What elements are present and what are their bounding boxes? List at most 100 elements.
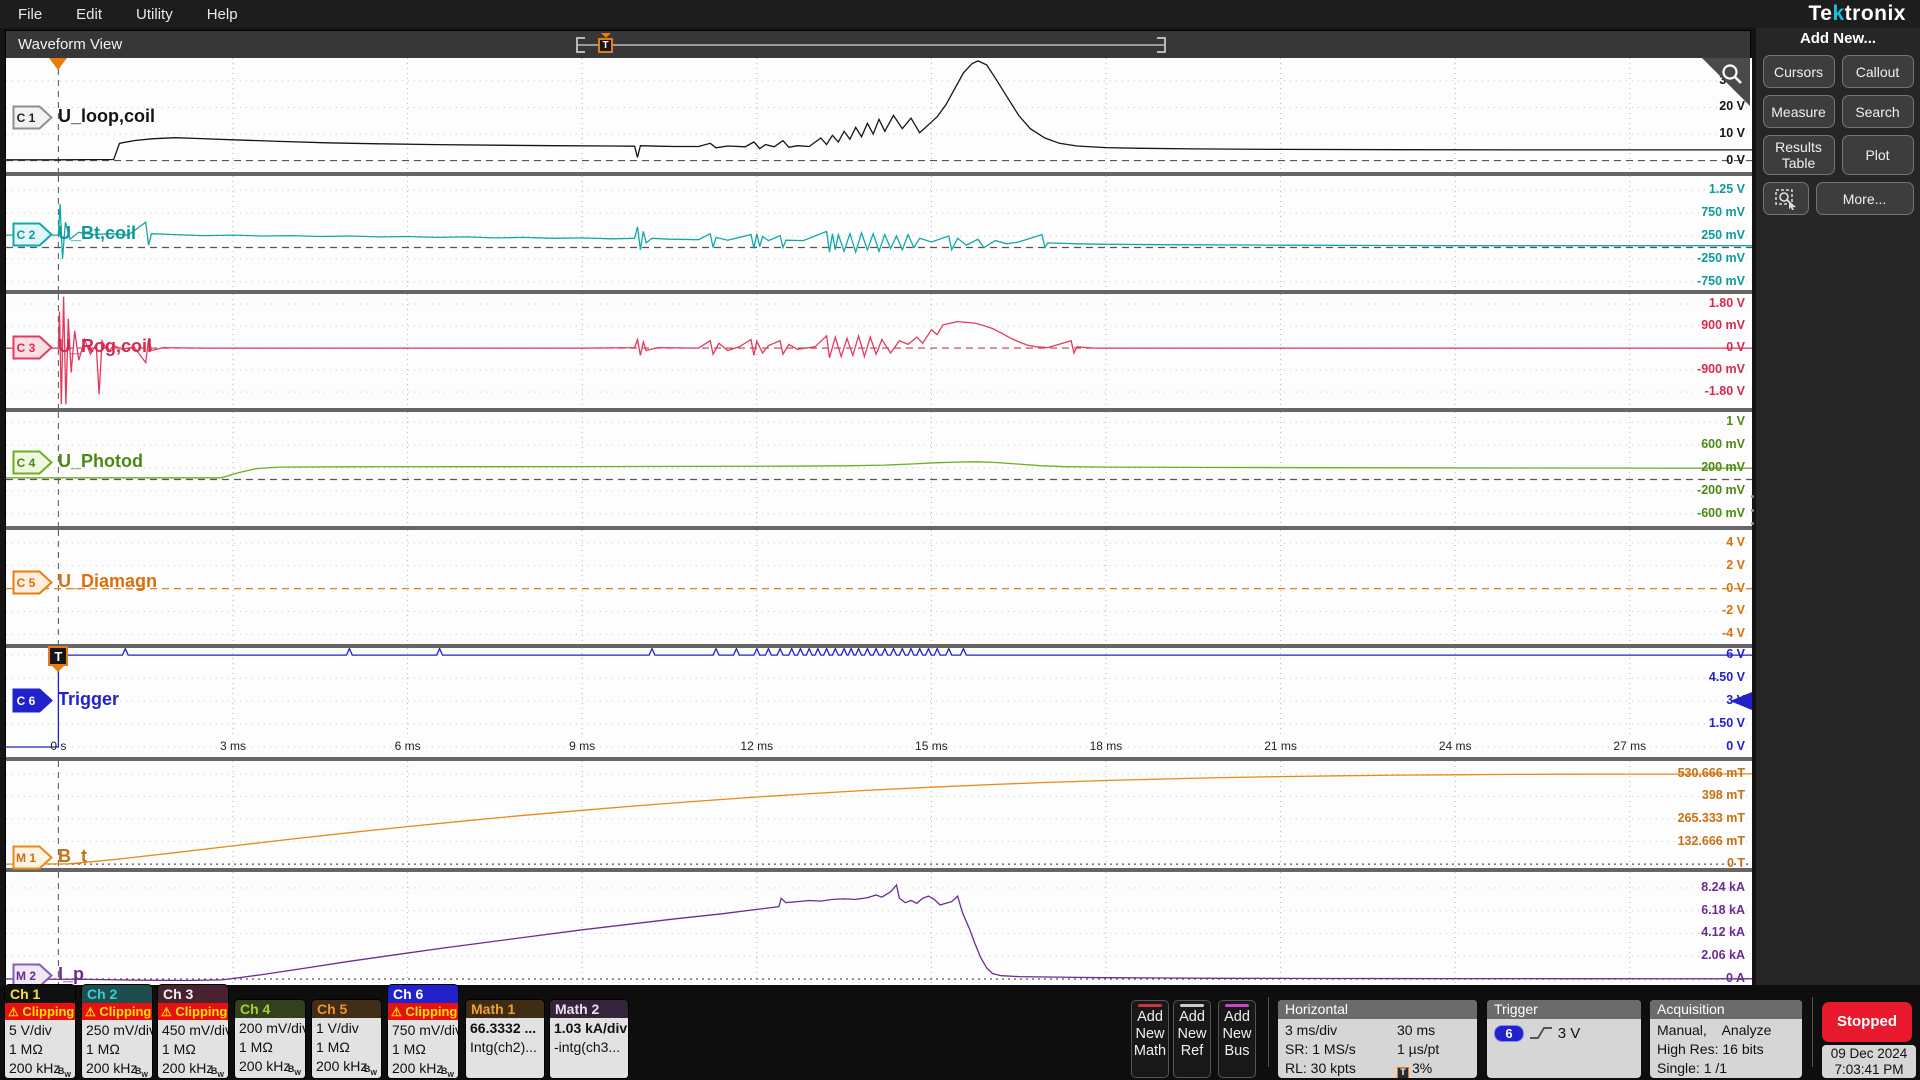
clipping-banner: ⚠ Clipping <box>82 1003 152 1020</box>
time-axis-label: 6 ms <box>394 739 421 753</box>
acquisition-panel[interactable]: Acquisition Manual, Analyze High Res: 16… <box>1650 1000 1802 1078</box>
clipping-label: Clipping <box>175 1004 228 1019</box>
scale-tick-m1: 530.666 mT <box>1677 765 1745 780</box>
channel-slice-ch3: 1.80 V 900 mV 0 V -900 mV -1.80 V <box>6 294 1752 408</box>
scale-tick-ch3: 900 mV <box>1701 318 1745 333</box>
scale-tick-ch5: 2 V <box>1726 557 1745 572</box>
bandwidth-limit-icon: BW <box>134 1066 148 1078</box>
horizontal-panel[interactable]: Horizontal 3 ms/div 30 ms SR: 1 MS/s 1 µs/… <box>1278 1000 1477 1078</box>
scale-tick-m2: 8.24 kA <box>1701 879 1745 894</box>
channel-settings-badge-ch-1[interactable]: Ch 1 ⚠ Clipping 5 V/div 1 MΩ 200 kHz BW <box>5 985 75 1078</box>
menu-file[interactable]: File <box>18 6 42 23</box>
menu-edit[interactable]: Edit <box>76 6 102 23</box>
panel-splitter-handle[interactable] <box>1750 495 1754 525</box>
horizontal-position-scrollbar[interactable]: T <box>576 33 1166 53</box>
channel-badge-ch2[interactable]: C 2 <box>12 222 54 248</box>
plot-button[interactable]: Plot <box>1841 135 1914 175</box>
horizontal-panel-title: Horizontal <box>1278 1000 1477 1019</box>
trigger-position-percent: 3% <box>1412 1060 1433 1076</box>
scale-tick-ch4: 1 V <box>1726 414 1745 429</box>
badge-title: Ch 5 <box>312 1000 381 1018</box>
overview-track <box>576 44 1166 46</box>
time-axis: 0 s 3 ms 6 ms 9 ms 12 ms 15 ms 18 ms 21 ms 24 ms… <box>6 738 1752 757</box>
trigger-position-icon: T <box>1397 1067 1409 1078</box>
scale-tick-ch2: 1.25 V <box>1708 182 1745 197</box>
trigger-position-caret[interactable] <box>49 58 68 70</box>
channel-settings-badge-math-2[interactable]: Math 2 1.03 kA/div -intg(ch3... <box>550 1000 628 1078</box>
channel-settings-badge-ch-3[interactable]: Ch 3 ⚠ Clipping 450 mV/div 1 MΩ 200 kHz BW <box>158 985 228 1078</box>
clipping-banner: ⚠ Clipping <box>388 1003 458 1020</box>
clipping-banner: ⚠ Clipping <box>158 1003 228 1020</box>
clipping-label: Clipping <box>405 1004 458 1019</box>
channel-name-m2[interactable]: I_p <box>58 964 84 985</box>
divider <box>1268 997 1269 1067</box>
svg-text:M 1: M 1 <box>16 851 36 865</box>
channel-slice-ch2: 1.25 V 750 mV 250 mV -250 mV -750 mV <box>6 176 1752 290</box>
channel-settings-badge-ch-6[interactable]: Ch 6 ⚠ Clipping 750 mV/div 1 MΩ 200 kHz BW <box>388 985 458 1078</box>
marquee-zoom-button[interactable] <box>1762 182 1809 215</box>
sample-rate: SR: 1 MS/s <box>1285 1041 1356 1057</box>
menu-help[interactable]: Help <box>207 6 238 23</box>
channel-name-ch3[interactable]: U_Rog,coil <box>58 336 152 357</box>
trigger-level-arrow[interactable] <box>1730 692 1752 711</box>
channel-settings-badge-ch-5[interactable]: Ch 5 1 V/div 1 MΩ 200 kHz BW <box>312 1000 381 1078</box>
badge-row: 200 kHz BW <box>9 1059 71 1078</box>
channel-badge-m1[interactable]: M 1 <box>12 845 54 871</box>
channel-name-ch6[interactable]: Trigger <box>58 689 119 710</box>
warning-icon: ⚠ <box>161 1005 172 1019</box>
channel-badge-ch3[interactable]: C 3 <box>12 335 54 361</box>
channel-badge-ch1[interactable]: C 1 <box>12 105 54 131</box>
button-line: Add <box>1179 1009 1205 1025</box>
channel-name-m1[interactable]: B_t <box>58 846 87 867</box>
add-new-heading: Add New... <box>1799 30 1877 47</box>
channel-name-ch4[interactable]: U_Photod <box>58 451 143 472</box>
channel-settings-badge-ch-4[interactable]: Ch 4 200 mV/div 1 MΩ 200 kHz BW <box>235 1000 305 1078</box>
badge-row: 1 MΩ <box>162 1041 196 1057</box>
badge-row: 250 mV/div <box>86 1022 152 1038</box>
channel-badge-ch6[interactable]: C 6 <box>12 688 54 714</box>
channel-badge-ch4[interactable]: C 4 <box>12 450 54 476</box>
channel-settings-badge-ch-2[interactable]: Ch 2 ⚠ Clipping 250 mV/div 1 MΩ 200 kHz BW <box>82 985 152 1078</box>
add-new-ref-button[interactable]: Add New Ref <box>1173 1000 1211 1078</box>
bandwidth-limit-icon: BW <box>210 1066 224 1078</box>
trigger-level-value: 3 V <box>1557 1025 1581 1042</box>
channel-badge-ch5[interactable]: C 5 <box>12 570 54 596</box>
channel-name-ch5[interactable]: U_Diamagn <box>58 571 157 592</box>
channel-name-ch2[interactable]: U_Bt,coil <box>58 223 136 244</box>
scale-tick-ch2: 750 mV <box>1701 205 1745 220</box>
cursors-button[interactable]: Cursors <box>1762 55 1835 88</box>
badge-row: 200 kHz BW <box>316 1057 377 1077</box>
overview-left-bracket[interactable] <box>576 37 585 53</box>
badge-body: 1.03 kA/div -intg(ch3... <box>550 1018 628 1078</box>
menu-utility[interactable]: Utility <box>136 6 173 23</box>
trigger-time-marker[interactable]: T <box>48 646 69 666</box>
more-button[interactable]: More... <box>1815 182 1914 215</box>
button-line: Add <box>1137 1009 1163 1025</box>
divider <box>1812 997 1813 1067</box>
badge-row: 1 MΩ <box>9 1041 43 1057</box>
measure-button[interactable]: Measure <box>1762 95 1835 128</box>
overview-right-bracket[interactable] <box>1157 37 1166 53</box>
scale-tick-ch3: -900 mV <box>1697 362 1745 377</box>
channel-name-ch1[interactable]: U_loop,coil <box>58 106 155 127</box>
badge-row: 1 MΩ <box>86 1041 120 1057</box>
time-axis-label: 3 ms <box>219 739 246 753</box>
scale-tick-ch5: -2 V <box>1722 603 1745 618</box>
search-button[interactable]: Search <box>1841 95 1914 128</box>
add-new-bus-button[interactable]: Add New Bus <box>1218 1000 1256 1078</box>
trigger-panel[interactable]: Trigger 6 3 V <box>1487 1000 1641 1078</box>
scale-tick-m2: 2.06 kA <box>1701 948 1745 963</box>
channel-settings-badge-math-1[interactable]: Math 1 66.3332 ... Intg(ch2)... <box>466 1000 544 1078</box>
callout-button[interactable]: Callout <box>1841 55 1914 88</box>
badge-body: 250 mV/div 1 MΩ 200 kHz BW <box>82 1020 152 1078</box>
results-table-button[interactable]: Results Table <box>1762 135 1835 175</box>
scale-tick-ch6: 4.50 V <box>1708 670 1745 685</box>
add-new-math-button[interactable]: Add New Math <box>1131 1000 1169 1078</box>
bandwidth-limit-icon: BW <box>440 1066 454 1078</box>
channel-badge-m2[interactable]: M 2 <box>12 963 54 986</box>
bandwidth-limit-icon: BW <box>363 1064 377 1077</box>
overview-trigger-marker[interactable]: T <box>598 38 613 53</box>
scale-tick-ch4: -200 mV <box>1697 482 1745 497</box>
time-axis-label: 15 ms <box>915 739 948 753</box>
run-stop-status-button[interactable]: Stopped <box>1822 1002 1912 1042</box>
